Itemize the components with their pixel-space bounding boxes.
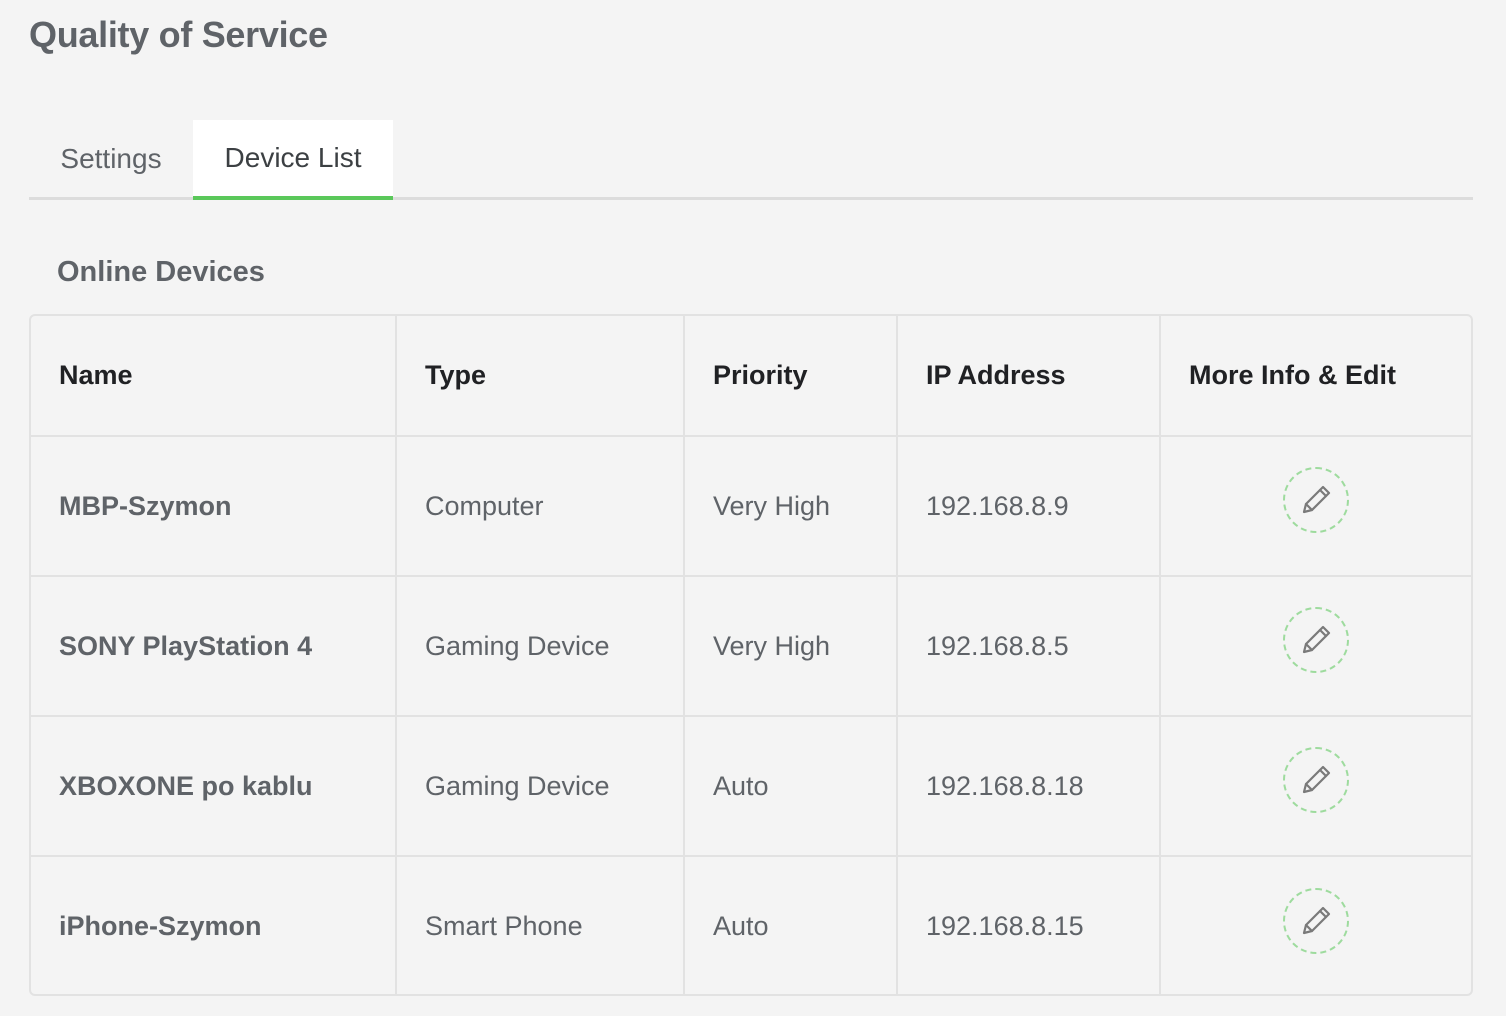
device-ip-address: 192.168.8.18 [897,716,1161,857]
tab-device-list[interactable]: Device List [193,120,393,200]
edit-cell [1160,576,1471,717]
device-priority: Very High [684,576,898,717]
device-ip-address: 192.168.8.9 [897,436,1161,577]
tab-settings[interactable]: Settings [29,120,193,197]
device-priority: Auto [684,716,898,857]
edit-device-button[interactable] [1283,747,1349,813]
device-name: XBOXONE po kablu [31,716,397,857]
device-type: Smart Phone [396,856,685,994]
table-row: iPhone-Szymon Smart Phone Auto 192.168.8… [31,856,1471,994]
device-ip-address: 192.168.8.5 [897,576,1161,717]
column-header-priority: Priority [684,316,898,437]
column-header-name: Name [31,316,397,437]
online-devices-title: Online Devices [57,256,265,288]
device-ip-address: 192.168.8.15 [897,856,1161,994]
edit-device-button[interactable] [1283,607,1349,673]
device-name: SONY PlayStation 4 [31,576,397,717]
device-name: MBP-Szymon [31,436,397,577]
column-header-more-info-edit: More Info & Edit [1160,316,1471,437]
device-type: Gaming Device [396,716,685,857]
device-priority: Very High [684,436,898,577]
edit-device-button[interactable] [1283,887,1349,954]
page-title: Quality of Service [29,14,328,55]
pencil-icon [1302,625,1331,654]
pencil-icon [1302,906,1331,934]
column-header-ip-address: IP Address [897,316,1161,437]
tab-bar: Settings Device List [29,120,1473,200]
device-name: iPhone-Szymon [31,856,397,994]
device-type: Computer [396,436,685,577]
device-priority: Auto [684,856,898,994]
edit-cell [1160,436,1471,577]
pencil-icon [1302,765,1331,794]
column-header-type: Type [396,316,685,437]
device-type: Gaming Device [396,576,685,717]
online-devices-table: Name Type Priority IP Address More Info … [29,314,1473,996]
pencil-icon [1302,485,1331,514]
table-row: XBOXONE po kablu Gaming Device Auto 192.… [31,716,1471,857]
table-row: MBP-Szymon Computer Very High 192.168.8.… [31,436,1471,577]
table-row: SONY PlayStation 4 Gaming Device Very Hi… [31,576,1471,717]
edit-device-button[interactable] [1283,467,1349,533]
edit-cell [1160,716,1471,857]
edit-cell [1160,856,1471,994]
table-header-row: Name Type Priority IP Address More Info … [31,316,1471,437]
